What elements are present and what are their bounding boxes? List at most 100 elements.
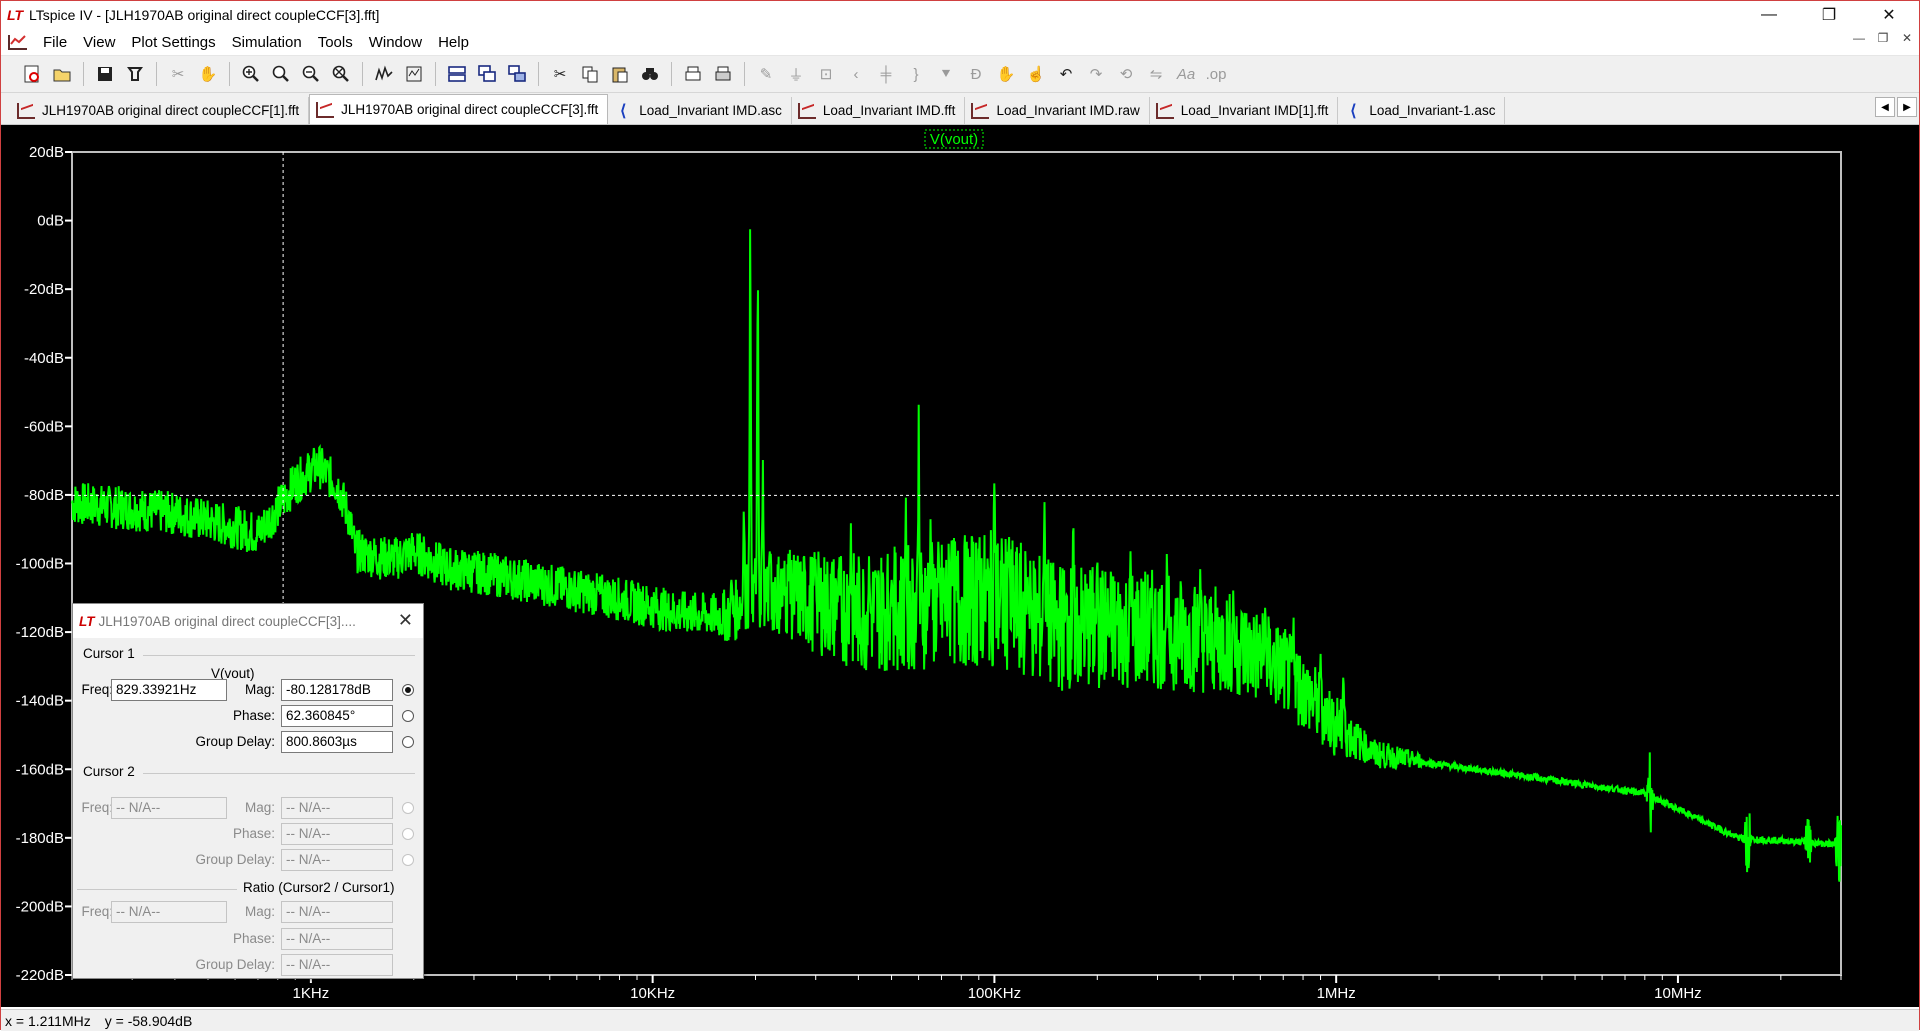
cursor1-mag-field[interactable]: -80.128178dB: [281, 679, 393, 701]
y-tick-label: -140dB: [16, 693, 64, 710]
cursor1-mag-radio[interactable]: [402, 684, 414, 696]
capacitor-icon[interactable]: ╪: [873, 61, 899, 87]
cursor2-mag-field: -- N/A--: [281, 797, 393, 819]
menu-window[interactable]: Window: [361, 34, 430, 51]
spice-directive-icon[interactable]: .op: [1203, 61, 1229, 87]
diode-icon[interactable]: ⯆: [933, 61, 959, 87]
autorange-icon[interactable]: [371, 61, 397, 87]
tab-scroll-right-button[interactable]: ▶: [1897, 97, 1917, 117]
tab-document[interactable]: JLH1970AB original direct coupleCCF[3].f…: [309, 94, 609, 124]
tab-document[interactable]: Load_Invariant IMD[1].fft: [1150, 97, 1339, 124]
run-icon[interactable]: ✂: [165, 61, 191, 87]
tab-document[interactable]: ⟨ Load_Invariant-1.asc: [1338, 97, 1506, 124]
cursor1-phase-label: Phase:: [232, 708, 275, 723]
mdi-close-button[interactable]: ✕: [1895, 31, 1919, 45]
ltspice-logo-icon: LT: [79, 613, 95, 629]
tab-document[interactable]: ⟨ Load_Invariant IMD.asc: [608, 97, 792, 124]
ratio-group-delay-field: -- N/A--: [281, 954, 393, 976]
tab-document[interactable]: Load_Invariant IMD.raw: [965, 97, 1150, 124]
menu-help[interactable]: Help: [430, 34, 477, 51]
y-tick-label: 0dB: [37, 213, 64, 230]
redo-icon[interactable]: ↷: [1083, 61, 1109, 87]
close-button[interactable]: ✕: [1859, 1, 1919, 29]
tab-label: Load_Invariant IMD.raw: [996, 103, 1140, 118]
tab-label: JLH1970AB original direct coupleCCF[1].f…: [42, 103, 300, 118]
tab-label: Load_Invariant-1.asc: [1369, 103, 1496, 118]
rotate-icon[interactable]: ⟲: [1113, 61, 1139, 87]
status-bar: x = 1.211MHz y = -58.904dB: [1, 1009, 1919, 1031]
zoom-out-icon[interactable]: [268, 61, 294, 87]
cursor2-group-delay-field: -- N/A--: [281, 849, 393, 871]
ratio-group-label: Ratio (Cursor2 / Cursor1): [243, 880, 395, 895]
waveform-doc-icon: [797, 102, 816, 119]
mdi-restore-button[interactable]: ❐: [1871, 31, 1895, 45]
cascade-icon[interactable]: [474, 61, 500, 87]
menu-view[interactable]: View: [75, 34, 123, 51]
menu-plot-settings[interactable]: Plot Settings: [123, 34, 223, 51]
move-icon[interactable]: ✋: [993, 61, 1019, 87]
tile-vertical-icon[interactable]: [504, 61, 530, 87]
toolbar-separator: [671, 62, 672, 86]
menu-simulation[interactable]: Simulation: [224, 34, 310, 51]
cursor2-freq-label: Freq:: [81, 800, 113, 815]
group-divider: [77, 889, 237, 890]
save-icon[interactable]: [92, 61, 118, 87]
find-icon[interactable]: [637, 61, 663, 87]
menu-tools[interactable]: Tools: [310, 34, 361, 51]
pick-visible-icon[interactable]: [401, 61, 427, 87]
print-setup-icon[interactable]: [680, 61, 706, 87]
waveform-doc-icon[interactable]: [7, 33, 29, 51]
mirror-icon[interactable]: ⇋: [1143, 61, 1169, 87]
x-tick-label: 1KHz: [293, 985, 330, 1002]
control-panel-icon[interactable]: [122, 61, 148, 87]
drag-icon[interactable]: ☝: [1023, 61, 1049, 87]
zoom-full-icon[interactable]: [298, 61, 324, 87]
maximize-button[interactable]: ❐: [1799, 1, 1859, 29]
cursor1-group-delay-label: Group Delay:: [195, 734, 275, 749]
text-icon[interactable]: Aa: [1173, 61, 1199, 87]
cut-icon[interactable]: ✂: [547, 61, 573, 87]
cursor1-group-delay-field[interactable]: 800.8603µs: [281, 731, 393, 753]
cursor-dialog-close-button[interactable]: ✕: [398, 610, 413, 631]
cursor1-group-label: Cursor 1: [83, 646, 135, 661]
component-icon[interactable]: Ð: [963, 61, 989, 87]
y-tick-label: -80dB: [24, 487, 64, 504]
tab-document[interactable]: JLH1970AB original direct coupleCCF[1].f…: [11, 97, 310, 124]
label-icon[interactable]: ⊡: [813, 61, 839, 87]
inductor-icon[interactable]: }: [903, 61, 929, 87]
cursor1-group-delay-radio[interactable]: [402, 736, 414, 748]
cursor1-phase-field[interactable]: 62.360845°: [281, 705, 393, 727]
y-tick-label: -100dB: [16, 556, 64, 573]
tab-scroll-left-button[interactable]: ◀: [1875, 97, 1895, 117]
tile-horizontal-icon[interactable]: [444, 61, 470, 87]
toolbar-separator: [229, 62, 230, 86]
resistor-icon[interactable]: ‹: [843, 61, 869, 87]
wire-icon[interactable]: ✎: [753, 61, 779, 87]
y-tick-label: -160dB: [16, 761, 64, 778]
status-x-readout: x = 1.211MHz: [5, 1012, 91, 1029]
paste-icon[interactable]: [607, 61, 633, 87]
cursor2-phase-field: -- N/A--: [281, 823, 393, 845]
zoom-cancel-icon[interactable]: [328, 61, 354, 87]
halt-icon[interactable]: ✋: [195, 61, 221, 87]
zoom-in-icon[interactable]: [238, 61, 264, 87]
mdi-minimize-button[interactable]: —: [1847, 31, 1871, 45]
minimize-button[interactable]: —: [1739, 1, 1799, 29]
ratio-freq-field: -- N/A--: [111, 901, 227, 923]
tab-label: Load_Invariant IMD[1].fft: [1180, 103, 1329, 118]
status-y-readout: y = -58.904dB: [104, 1012, 193, 1029]
open-icon[interactable]: [49, 61, 75, 87]
new-schematic-icon[interactable]: [19, 61, 45, 87]
cursor-dialog: LT JLH1970AB original direct coupleCCF[3…: [72, 603, 424, 979]
copy-icon[interactable]: [577, 61, 603, 87]
cursor1-freq-field[interactable]: 829.33921Hz: [111, 679, 227, 701]
menu-file[interactable]: File: [35, 34, 75, 51]
schematic-icon: ⟨: [1350, 102, 1357, 120]
cursor1-phase-radio[interactable]: [402, 710, 414, 722]
print-icon[interactable]: [710, 61, 736, 87]
undo-icon[interactable]: ↶: [1053, 61, 1079, 87]
ground-icon[interactable]: ⏚: [783, 61, 809, 87]
tab-label: Load_Invariant IMD.fft: [822, 103, 956, 118]
tab-document[interactable]: Load_Invariant IMD.fft: [792, 97, 966, 124]
cursor-dialog-title-bar: LT JLH1970AB original direct coupleCCF[3…: [73, 604, 423, 638]
